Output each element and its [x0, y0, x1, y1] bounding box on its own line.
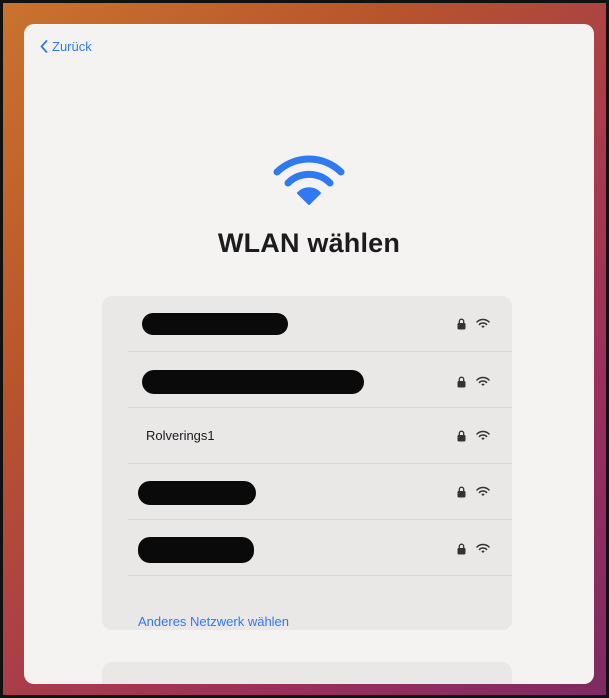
redacted-network-name: [138, 537, 254, 563]
bottom-card: [102, 662, 512, 684]
redacted-network-name: [142, 313, 288, 335]
wifi-icon: [273, 155, 345, 205]
wifi-icon: [476, 543, 490, 553]
lock-icon: [457, 318, 466, 330]
chevron-left-icon: [40, 40, 48, 53]
other-network-button[interactable]: Anderes Netzwerk wählen: [138, 614, 289, 629]
lock-icon: [457, 486, 466, 498]
network-name: Rolverings1: [146, 428, 215, 443]
row-divider: [128, 575, 512, 576]
lock-icon: [457, 430, 466, 442]
screen: Zurück WLAN wählen Rolverings1 Anderes N…: [0, 0, 609, 698]
lock-icon: [457, 376, 466, 388]
network-row[interactable]: [102, 464, 512, 520]
back-button[interactable]: Zurück: [40, 39, 92, 54]
wifi-icon: [476, 376, 490, 386]
wifi-icon: [476, 318, 490, 328]
redacted-network-name: [142, 370, 364, 394]
network-row[interactable]: [102, 352, 512, 408]
wifi-icon: [476, 486, 490, 496]
page-title: WLAN wählen: [217, 228, 401, 258]
network-row[interactable]: [102, 296, 512, 352]
back-label: Zurück: [52, 39, 92, 54]
network-row[interactable]: Rolverings1: [102, 408, 512, 464]
wifi-icon: [476, 430, 490, 440]
redacted-network-name: [138, 481, 256, 505]
setup-sheet: Zurück WLAN wählen Rolverings1 Anderes N…: [24, 24, 594, 684]
network-row[interactable]: [102, 520, 512, 576]
lock-icon: [457, 543, 466, 555]
network-list: Rolverings1 Anderes Netzwerk wählen: [102, 296, 512, 630]
